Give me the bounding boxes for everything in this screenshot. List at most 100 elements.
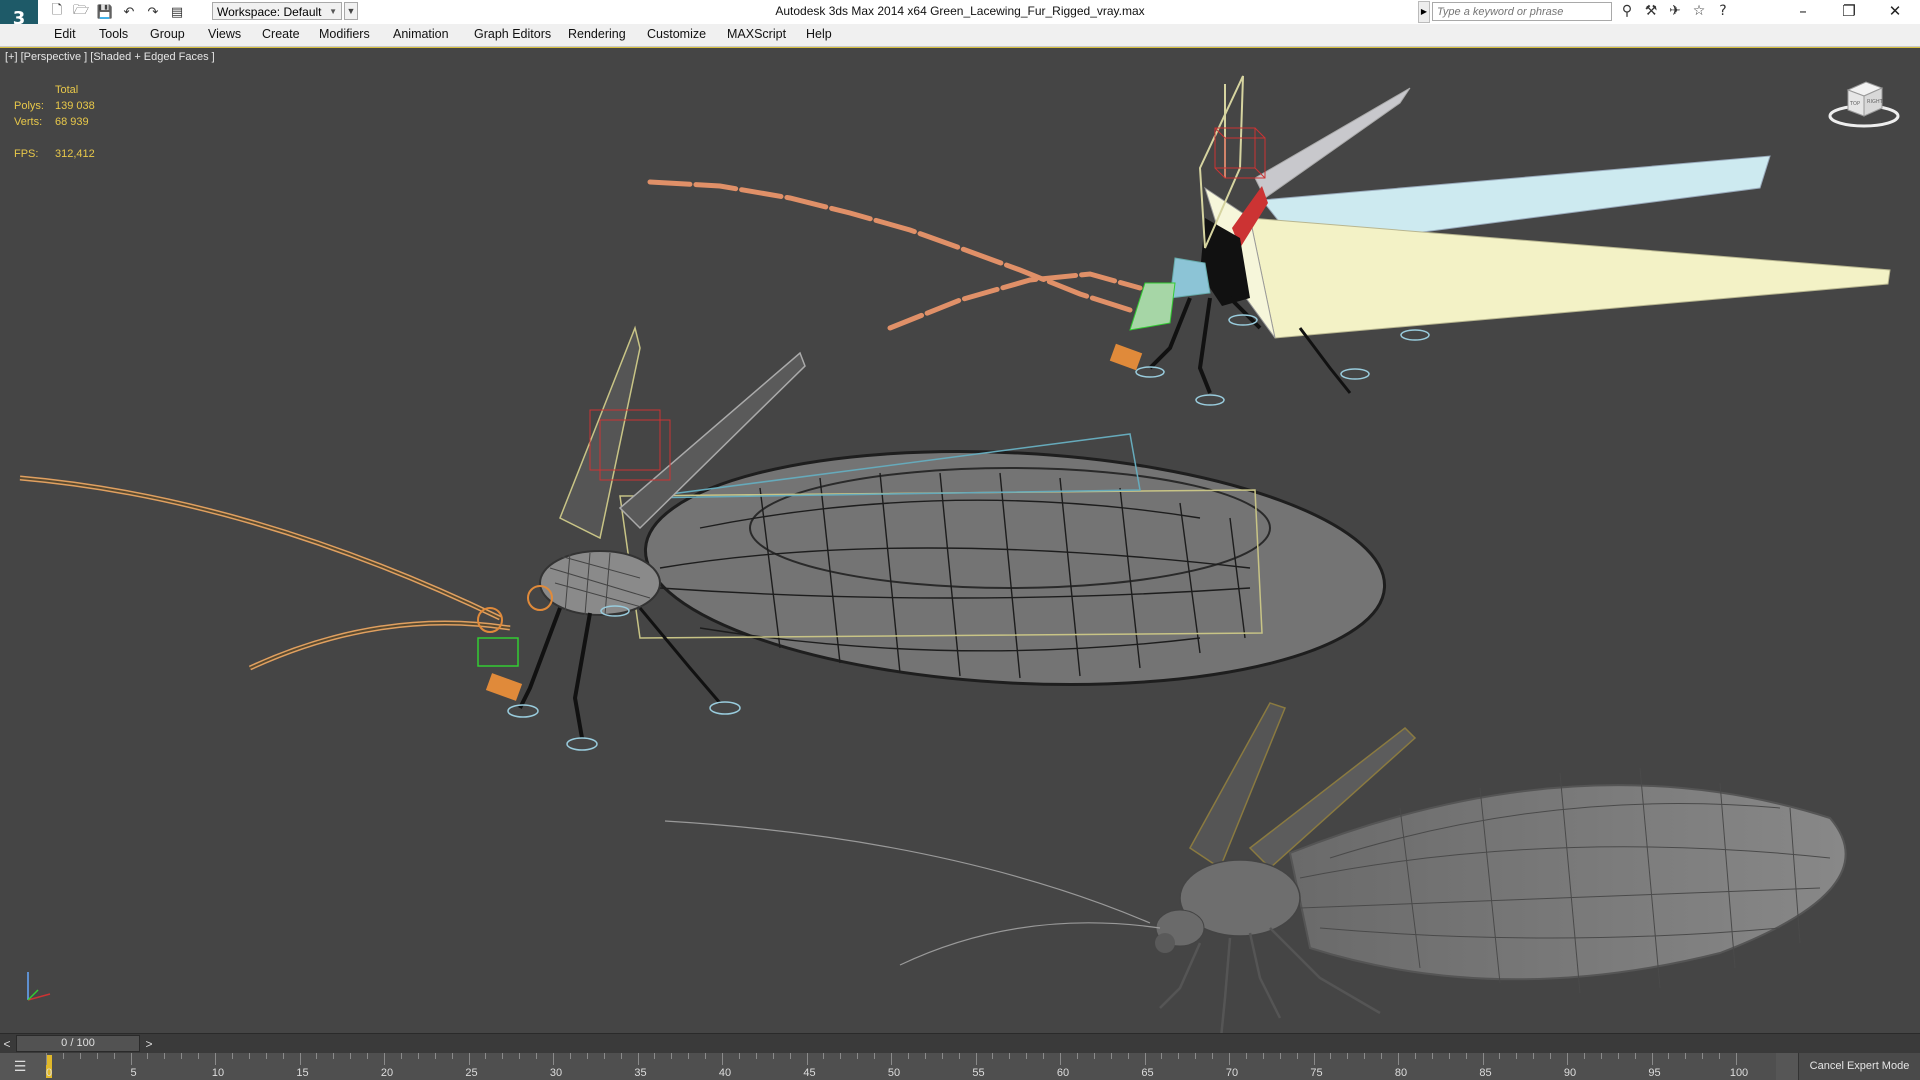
frame-tick [79,1053,81,1059]
undo-icon[interactable]: ↶ [120,3,138,21]
rig-proxy-model[interactable] [647,75,1891,406]
frame-tick [231,1053,233,1059]
perspective-viewport[interactable]: [+] [Perspective ] [Shaded + Edged Faces… [0,47,1920,1034]
verts-value: 68 939 [55,116,89,128]
workspace-dropdown[interactable]: Workspace: Default ▼ [212,2,342,20]
frame-tick-label: 35 [634,1067,647,1079]
frame-tick [891,1053,892,1065]
menu-rendering[interactable]: Rendering [568,27,626,41]
menu-views[interactable]: Views [208,27,241,41]
frame-tick [265,1053,267,1059]
close-button[interactable]: ✕ [1872,0,1918,24]
frame-tick [1448,1053,1450,1059]
restore-button[interactable]: ❐ [1826,0,1872,24]
frame-tick [671,1053,673,1059]
frame-tick [417,1053,419,1059]
menu-modifiers[interactable]: Modifiers [319,27,370,41]
frame-tick [367,1053,369,1059]
frame-tick [1144,1053,1146,1065]
frame-tick-label: 100 [1729,1067,1749,1079]
menu-customize[interactable]: Customize [647,27,706,41]
frame-tick [181,1053,183,1059]
frame-tick-label: 10 [211,1067,225,1079]
frame-tick-label: 80 [1394,1067,1408,1079]
verts-label: Verts: [14,116,43,128]
open-file-icon[interactable]: 🗁 [72,3,90,21]
scene-canvas[interactable] [0,48,1920,1034]
frame-tick-label: 25 [465,1067,478,1079]
menu-graph-editors[interactable]: Graph Editors [474,27,551,41]
search-input[interactable] [1432,2,1612,21]
project-icon[interactable]: ▤ [168,3,186,21]
frame-tick [1279,1053,1281,1059]
frame-tick [1093,1053,1095,1059]
title-bar: 🗋 🗁 💾 ↶ ↷ ▤ Workspace: Default ▼ ▼ Autod… [0,0,1920,25]
time-prev-button[interactable]: < [0,1036,14,1052]
frame-tick [1347,1053,1349,1059]
workspace-more-button[interactable]: ▼ [344,2,358,20]
tools-icon[interactable]: ⚒ [1642,2,1660,20]
frame-tick-label: 45 [803,1067,816,1079]
frame-tick [958,1053,960,1059]
stats-header: Total [55,84,79,96]
frame-tick [468,1053,470,1065]
polys-value: 139 038 [55,100,95,112]
frame-tick [789,1053,791,1059]
frame-tick-label: 30 [549,1067,563,1079]
exchange-icon[interactable]: ✈ [1666,2,1684,20]
trackbar: ☰ 0 5 10 15 20 25 30 35 40 45 50 55 60 65 70 75 80 85 90 95… [0,1053,1920,1080]
frame-tick [1431,1053,1433,1059]
frame-tick [738,1053,740,1059]
frame-tick [1414,1053,1416,1059]
frame-tick [1381,1053,1383,1059]
frame-tick [924,1053,926,1059]
help-icon[interactable]: ? [1714,2,1732,20]
viewport-label[interactable]: [+] [Perspective ] [Shaded + Edged Faces… [5,51,215,63]
furred-lacewing[interactable] [664,702,1847,1034]
frame-tick-label: 20 [380,1067,394,1079]
time-next-button[interactable]: > [142,1036,156,1052]
frame-tick-label: 85 [1479,1067,1492,1079]
frame-tick [1262,1053,1264,1059]
frame-tick [62,1053,64,1059]
wireframe-lacewing[interactable] [19,325,1391,751]
frame-tick-label: 90 [1563,1067,1577,1079]
menu-create[interactable]: Create [262,27,300,41]
frame-tick [1719,1053,1721,1059]
frame-tick [1178,1053,1180,1059]
menu-help[interactable]: Help [806,27,832,41]
quick-access-toolbar: 🗋 🗁 💾 ↶ ↷ ▤ [48,3,186,21]
frame-ruler[interactable]: 0 5 10 15 20 25 30 35 40 45 50 55 60 65 70 75 80 85 90 95 10… [46,1053,1776,1080]
frame-tick-label: 70 [1225,1067,1239,1079]
frame-tick [215,1053,216,1065]
new-file-icon[interactable]: 🗋 [48,3,66,21]
menu-tools[interactable]: Tools [99,27,128,41]
frame-tick [282,1053,284,1059]
frame-tick [907,1053,909,1059]
menu-bar: Edit Tools Group Views Create Modifiers … [0,24,1920,47]
mini-curve-editor-icon[interactable]: ☰ [6,1057,34,1077]
minimize-button[interactable]: – [1780,0,1826,24]
menu-edit[interactable]: Edit [54,27,76,41]
frame-tick [840,1053,842,1059]
menu-animation[interactable]: Animation [393,27,449,41]
search-expand-icon[interactable]: ▶ [1418,1,1430,23]
save-icon[interactable]: 💾 [96,3,114,21]
frame-tick [1076,1053,1078,1059]
binoculars-icon[interactable]: ⚲ [1618,2,1636,20]
menu-maxscript[interactable]: MAXScript [727,27,786,41]
viewcube-side-label: RIGHT [1867,99,1884,105]
cancel-expert-mode-button[interactable]: Cancel Expert Mode [1798,1053,1920,1080]
menu-group[interactable]: Group [150,27,185,41]
frame-tick [1685,1053,1687,1059]
frame-tick [1617,1053,1619,1059]
frame-tick [1313,1053,1315,1065]
time-slider[interactable]: 0 / 100 [16,1035,140,1052]
frame-tick [1567,1053,1568,1065]
frame-tick [299,1053,301,1065]
frame-tick [248,1053,250,1059]
star-icon[interactable]: ☆ [1690,2,1708,20]
viewcube[interactable]: TOP RIGHT [1826,72,1902,132]
frame-tick [553,1053,554,1065]
redo-icon[interactable]: ↷ [144,3,162,21]
